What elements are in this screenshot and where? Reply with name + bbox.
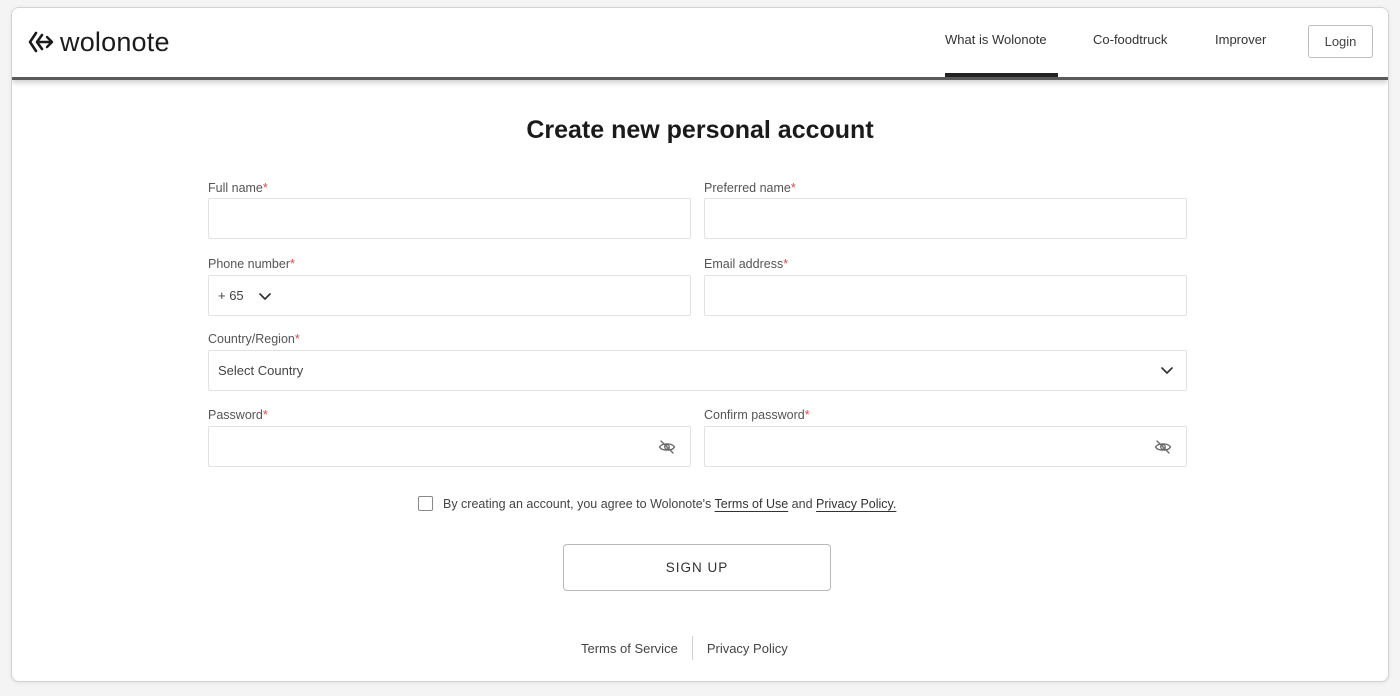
terms-consent: By creating an account, you agree to Wol… xyxy=(418,496,896,511)
country-select-value: Select Country xyxy=(218,363,304,378)
nav-item-what-is-wolonote[interactable]: What is Wolonote xyxy=(945,32,1047,47)
preferred-name-input[interactable] xyxy=(704,198,1187,239)
footer-links: Terms of Service Privacy Policy xyxy=(581,636,788,660)
footer-divider xyxy=(691,636,693,660)
confirm-password-input[interactable] xyxy=(704,426,1187,467)
chevron-down-icon xyxy=(1161,367,1173,374)
nav-item-co-foodtruck[interactable]: Co-foodtruck xyxy=(1093,32,1167,47)
required-asterisk: * xyxy=(783,257,789,271)
required-asterisk: * xyxy=(290,257,295,271)
privacy-policy-link[interactable]: Privacy Policy. xyxy=(816,497,896,511)
country-code-selector[interactable]: + 65 xyxy=(209,276,279,315)
page-title: Create new personal account xyxy=(526,116,874,144)
nav-active-indicator xyxy=(945,73,1058,77)
phone-number-input[interactable]: + 65 xyxy=(208,275,691,316)
eye-off-icon[interactable] xyxy=(1154,439,1172,455)
country-code-value: + 65 xyxy=(218,288,244,303)
footer-terms-of-service-link[interactable]: Terms of Service xyxy=(581,641,678,656)
required-asterisk: * xyxy=(262,408,268,422)
chevron-down-icon xyxy=(259,293,271,300)
country-region-label: Country/Region* xyxy=(208,332,300,346)
eye-off-icon[interactable] xyxy=(658,439,676,455)
required-asterisk: * xyxy=(790,181,796,195)
footer-privacy-policy-link[interactable]: Privacy Policy xyxy=(707,641,788,656)
terms-checkbox[interactable] xyxy=(418,496,433,511)
country-select[interactable]: Select Country xyxy=(208,350,1187,391)
password-label: Password* xyxy=(208,408,268,422)
full-name-label: Full name* xyxy=(208,181,268,195)
confirm-password-label: Confirm password* xyxy=(704,408,810,422)
preferred-name-label: Preferred name* xyxy=(704,181,796,195)
email-address-label: Email address* xyxy=(704,257,789,271)
consent-text: By creating an account, you agree to Wol… xyxy=(443,496,897,511)
required-asterisk: * xyxy=(804,408,810,422)
required-asterisk: * xyxy=(262,181,268,195)
phone-number-label: Phone number* xyxy=(208,257,295,271)
top-navigation-bar: wolonote What is Wolonote Co-foodtruck I… xyxy=(12,8,1388,80)
full-name-input[interactable] xyxy=(208,198,691,239)
main-nav: What is Wolonote Co-foodtruck Improver L… xyxy=(12,8,1388,80)
sign-up-button[interactable]: SIGN UP xyxy=(563,544,831,591)
login-button[interactable]: Login xyxy=(1308,25,1373,58)
page-frame: wolonote What is Wolonote Co-foodtruck I… xyxy=(11,7,1389,682)
terms-of-use-link[interactable]: Terms of Use xyxy=(715,497,789,511)
required-asterisk: * xyxy=(294,332,300,346)
password-input[interactable] xyxy=(208,426,691,467)
email-address-input[interactable] xyxy=(704,275,1187,316)
nav-item-improver[interactable]: Improver xyxy=(1215,32,1266,47)
